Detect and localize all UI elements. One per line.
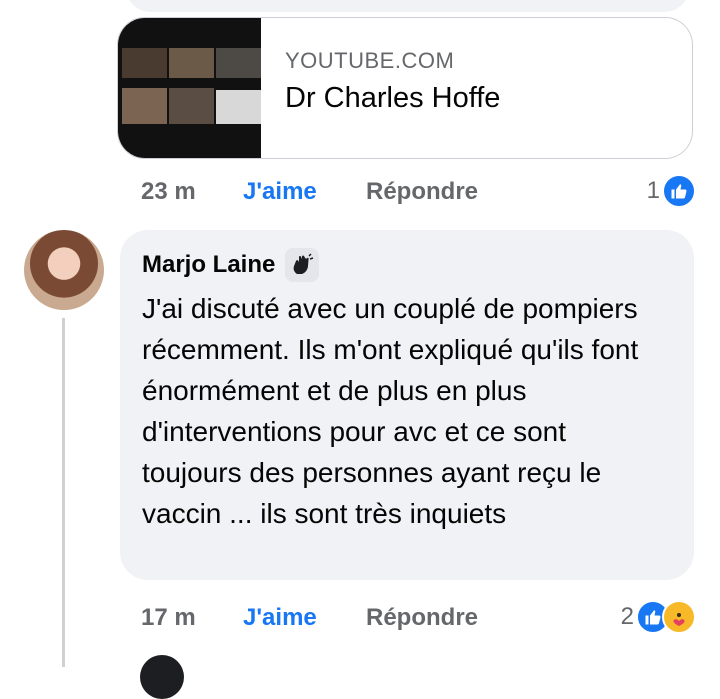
link-domain: YOUTUBE.COM	[285, 48, 455, 73]
reply-button[interactable]: Répondre	[366, 178, 478, 206]
link-title[interactable]: Dr Charles Hoffe	[285, 82, 500, 115]
previous-comment-bubble	[125, 0, 690, 12]
like-button[interactable]: J'aime	[243, 178, 317, 206]
video-thumbnail	[118, 18, 261, 158]
first-comment-actions: 23 m J'aime Répondre 1	[0, 170, 720, 210]
comment-text: J'ai discuté avec un couplé de pompiers …	[142, 293, 639, 529]
timestamp[interactable]: 23 m	[141, 178, 196, 206]
comment-actions: 17 m J'aime Répondre 2	[0, 596, 720, 636]
comment-bubble: Marjo Laine J'ai discuté avec un couplé …	[120, 230, 694, 580]
comment-author[interactable]: Marjo Laine	[142, 251, 275, 279]
reactions-summary[interactable]: 1	[647, 174, 696, 208]
reaction-count: 2	[620, 603, 634, 630]
reaction-count: 1	[646, 177, 660, 204]
reactions-summary[interactable]: 2	[621, 600, 696, 634]
link-preview-card[interactable]: YOUTUBE.COM Dr Charles Hoffe	[117, 17, 693, 159]
like-button[interactable]: J'aime	[243, 604, 317, 632]
next-comment-avatar[interactable]	[140, 655, 184, 699]
care-icon	[662, 600, 696, 634]
waving-hand-icon[interactable]	[285, 248, 320, 282]
timestamp[interactable]: 17 m	[141, 604, 196, 632]
like-icon	[662, 174, 696, 208]
avatar[interactable]	[24, 230, 104, 310]
reply-button[interactable]: Répondre	[366, 604, 478, 632]
